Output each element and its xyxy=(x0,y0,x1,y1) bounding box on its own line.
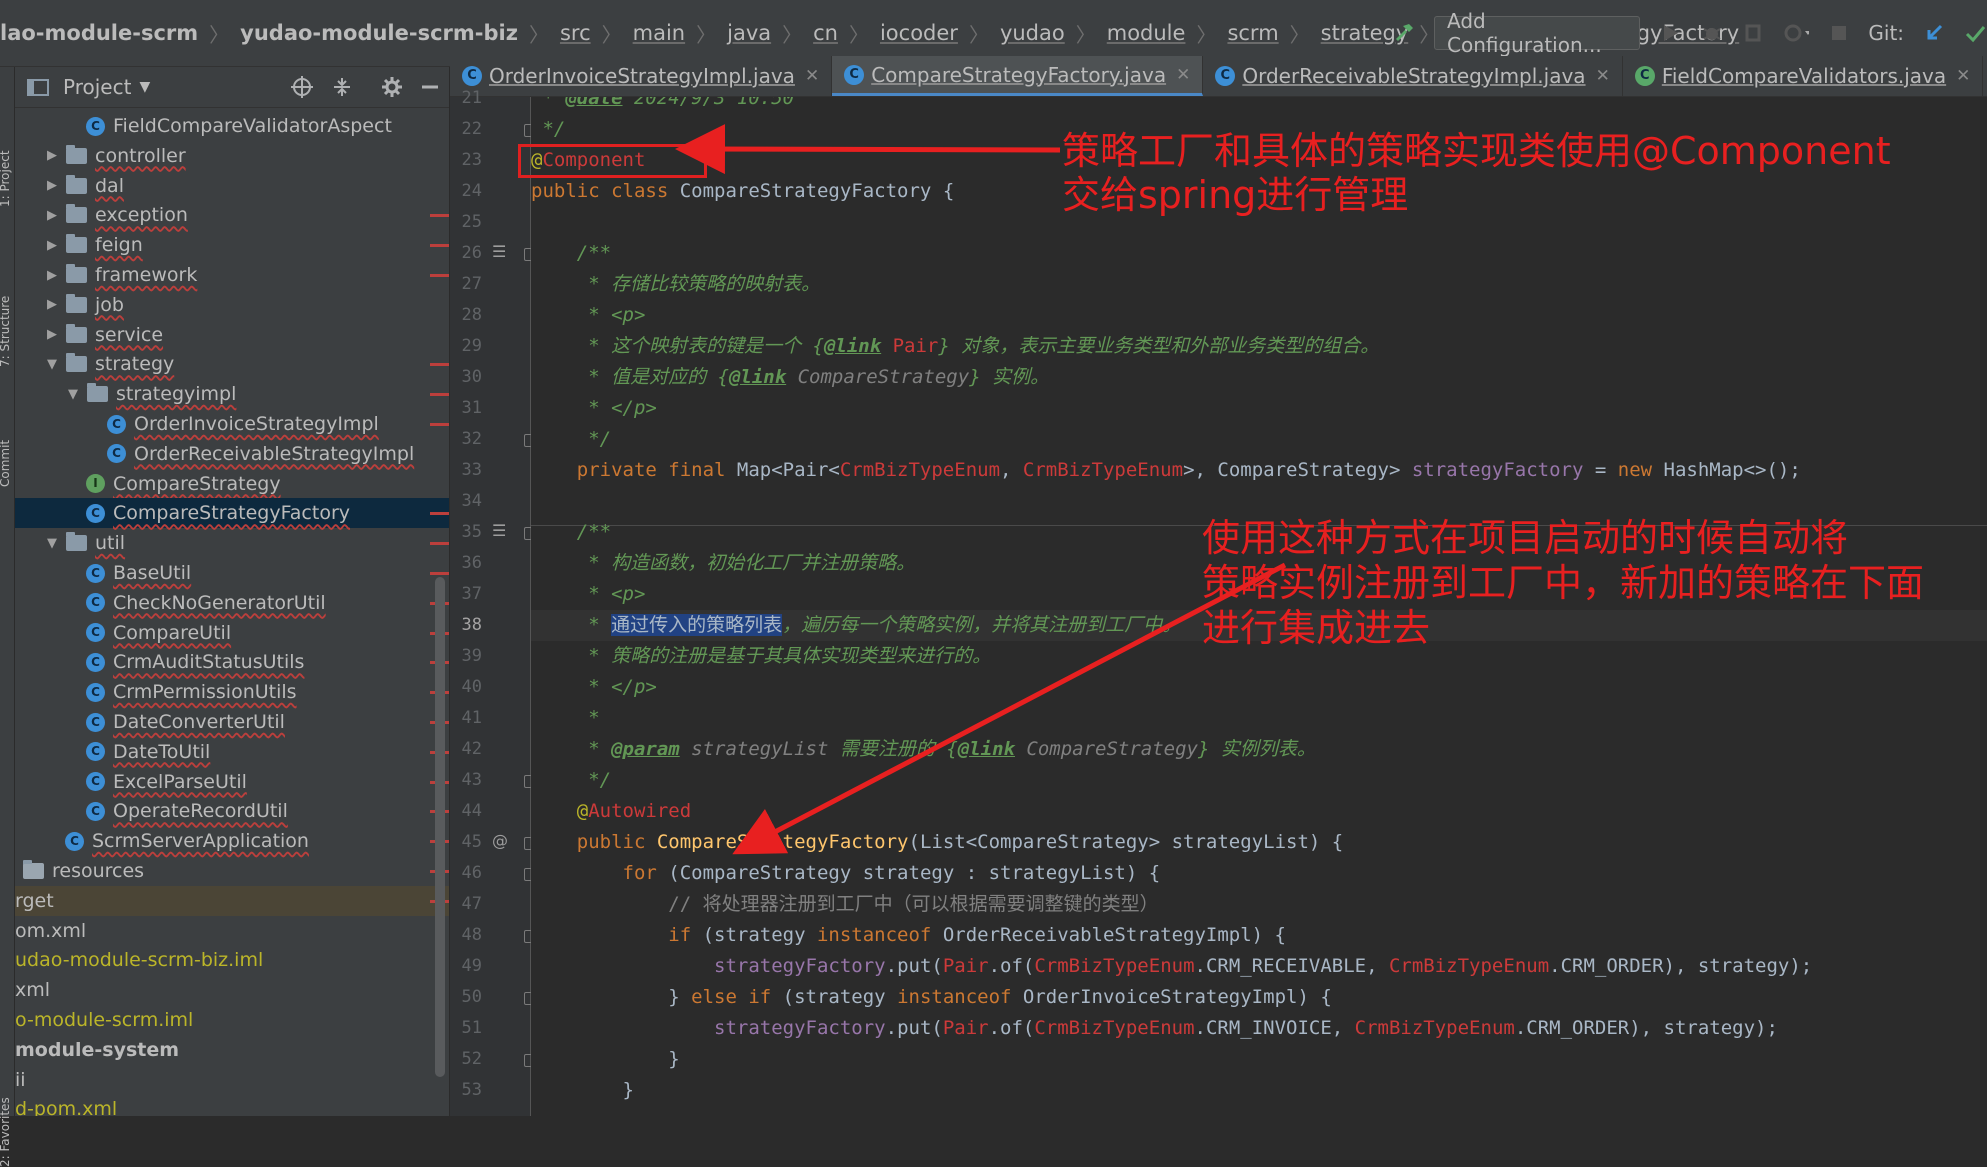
arrow-to-constructor xyxy=(732,562,1287,855)
arrow-to-component xyxy=(675,124,1061,175)
annotation-arrows xyxy=(675,124,1287,855)
